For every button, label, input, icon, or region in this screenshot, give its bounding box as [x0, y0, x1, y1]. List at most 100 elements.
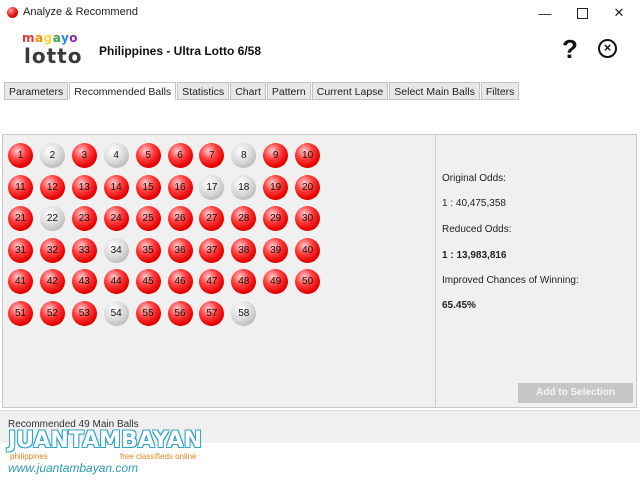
ball-21-selected[interactable]: 21	[8, 206, 33, 232]
ball-6-selected[interactable]: 6	[167, 143, 193, 168]
ball-29-selected[interactable]: 29	[263, 206, 289, 232]
ball-22-unselected[interactable]: 22	[39, 206, 65, 232]
ball-32-selected[interactable]: 32	[39, 237, 65, 263]
maximize-icon	[576, 7, 588, 19]
recommended-balls-panel: 1 2 3 4 5 6 7 8 9 10 11 12 13 14 15 16 17 18 19 20 21 22 23 24 2…	[2, 134, 637, 408]
ball-19-selected[interactable]: 19	[263, 174, 289, 200]
title-bar: Analyze & Recommend — ✕	[0, 0, 640, 25]
ball-11-selected[interactable]: 11	[8, 174, 33, 200]
ball-18-unselected[interactable]: 18	[231, 174, 257, 200]
watermark-sub-left: philippines	[10, 452, 48, 461]
juantambayan-watermark: JUANTAMBAYAN philippines free classified…	[8, 428, 208, 478]
ball-7-selected[interactable]: 7	[199, 143, 225, 168]
ball-8-unselected[interactable]: 8	[231, 143, 257, 168]
ball-9-selected[interactable]: 9	[263, 143, 289, 168]
ball-48-selected[interactable]: 48	[231, 269, 257, 295]
maximize-button[interactable]	[565, 2, 599, 24]
window-title: Analyze & Recommend	[23, 6, 138, 18]
ball-13-selected[interactable]: 13	[71, 174, 97, 200]
ball-36-selected[interactable]: 36	[167, 237, 193, 263]
reduced-odds-label: Reduced Odds:	[442, 224, 512, 235]
panel-divider	[435, 135, 436, 407]
ball-54-unselected[interactable]: 54	[103, 301, 129, 326]
ball-51-selected[interactable]: 51	[8, 301, 33, 326]
ball-50-selected[interactable]: 50	[295, 269, 321, 295]
ball-47-selected[interactable]: 47	[199, 269, 225, 295]
minimize-button[interactable]: —	[528, 2, 562, 24]
ball-37-selected[interactable]: 37	[199, 237, 225, 263]
tab-select-main-balls[interactable]: Select Main Balls	[389, 82, 480, 100]
ball-25-selected[interactable]: 25	[135, 206, 161, 232]
ball-58-unselected[interactable]: 58	[231, 301, 257, 326]
ball-34-unselected[interactable]: 34	[103, 237, 129, 263]
ball-30-selected[interactable]: 30	[295, 206, 321, 232]
minimize-icon: —	[538, 5, 552, 21]
tab-filters[interactable]: Filters	[480, 82, 520, 100]
ball-1-selected[interactable]: 1	[8, 143, 33, 168]
watermark-sub-right: free classifieds online	[120, 452, 197, 461]
ball-27-selected[interactable]: 27	[199, 206, 225, 232]
ball-57-selected[interactable]: 57	[199, 301, 225, 326]
ball-2-unselected[interactable]: 2	[39, 143, 65, 168]
close-icon: ✕	[613, 5, 625, 20]
window-close-button[interactable]: ✕	[602, 2, 636, 24]
page-title: Philippines - Ultra Lotto 6/58	[99, 44, 262, 58]
improved-chances-value: 65.45%	[442, 300, 476, 311]
ball-10-selected[interactable]: 10	[295, 143, 321, 168]
logo-bottom-text: lotto	[24, 44, 83, 68]
ball-44-selected[interactable]: 44	[103, 269, 129, 295]
help-icon: ?	[562, 34, 578, 64]
app-header: magayo lotto Philippines - Ultra Lotto 6…	[0, 25, 640, 75]
ball-31-selected[interactable]: 31	[8, 237, 33, 263]
ball-52-selected[interactable]: 52	[39, 301, 65, 326]
ball-14-selected[interactable]: 14	[103, 174, 129, 200]
tab-chart[interactable]: Chart	[230, 82, 266, 100]
ball-15-selected[interactable]: 15	[135, 174, 161, 200]
ball-39-selected[interactable]: 39	[263, 237, 289, 263]
add-to-selection-button[interactable]: Add to Selection	[518, 383, 633, 403]
ball-5-selected[interactable]: 5	[135, 143, 161, 168]
close-panel-button[interactable]: ×	[598, 39, 617, 58]
ball-55-selected[interactable]: 55	[135, 301, 161, 326]
tab-statistics[interactable]: Statistics	[177, 82, 230, 100]
ball-20-selected[interactable]: 20	[295, 174, 321, 200]
ball-33-selected[interactable]: 33	[71, 237, 97, 263]
tab-recommended-balls[interactable]: Recommended Balls	[69, 82, 177, 100]
ball-24-selected[interactable]: 24	[103, 206, 129, 232]
original-odds-value: 1 : 40,475,358	[442, 198, 506, 209]
original-odds-label: Original Odds:	[442, 173, 506, 184]
ball-53-selected[interactable]: 53	[71, 301, 97, 326]
watermark-brand: JUANTAMBAYAN	[8, 428, 202, 453]
ball-45-selected[interactable]: 45	[135, 269, 161, 295]
ball-26-selected[interactable]: 26	[167, 206, 193, 232]
tab-parameters[interactable]: Parameters	[4, 82, 69, 100]
logo-top-text: magayo	[22, 31, 79, 45]
ball-56-selected[interactable]: 56	[167, 301, 193, 326]
ball-43-selected[interactable]: 43	[71, 269, 97, 295]
ball-35-selected[interactable]: 35	[135, 237, 161, 263]
ball-12-selected[interactable]: 12	[39, 174, 65, 200]
improved-chances-label: Improved Chances of Winning:	[442, 275, 579, 286]
ball-42-selected[interactable]: 42	[39, 269, 65, 295]
tab-current-lapse[interactable]: Current Lapse	[311, 82, 389, 100]
reduced-odds-value: 1 : 13,983,816	[442, 250, 507, 261]
ball-4-unselected[interactable]: 4	[103, 143, 129, 168]
ball-49-selected[interactable]: 49	[263, 269, 289, 295]
close-circle-icon: ×	[603, 40, 612, 55]
help-button[interactable]: ?	[558, 35, 582, 63]
watermark-tagline: philippines free classifieds online	[10, 452, 196, 461]
ball-17-unselected[interactable]: 17	[199, 174, 225, 200]
magayo-lotto-logo: magayo lotto	[20, 31, 83, 71]
tab-bar: Parameters Recommended Balls Statistics Cha…	[4, 82, 520, 101]
app-icon	[7, 7, 18, 18]
ball-41-selected[interactable]: 41	[8, 269, 33, 295]
watermark-url: www.juantambayan.com	[8, 461, 139, 475]
tab-pattern[interactable]: Pattern	[266, 82, 311, 100]
ball-23-selected[interactable]: 23	[71, 206, 97, 232]
ball-46-selected[interactable]: 46	[167, 269, 193, 295]
ball-16-selected[interactable]: 16	[167, 174, 193, 200]
ball-28-selected[interactable]: 28	[231, 206, 257, 232]
ball-38-selected[interactable]: 38	[231, 237, 257, 263]
ball-3-selected[interactable]: 3	[71, 143, 97, 168]
ball-40-selected[interactable]: 40	[295, 237, 321, 263]
